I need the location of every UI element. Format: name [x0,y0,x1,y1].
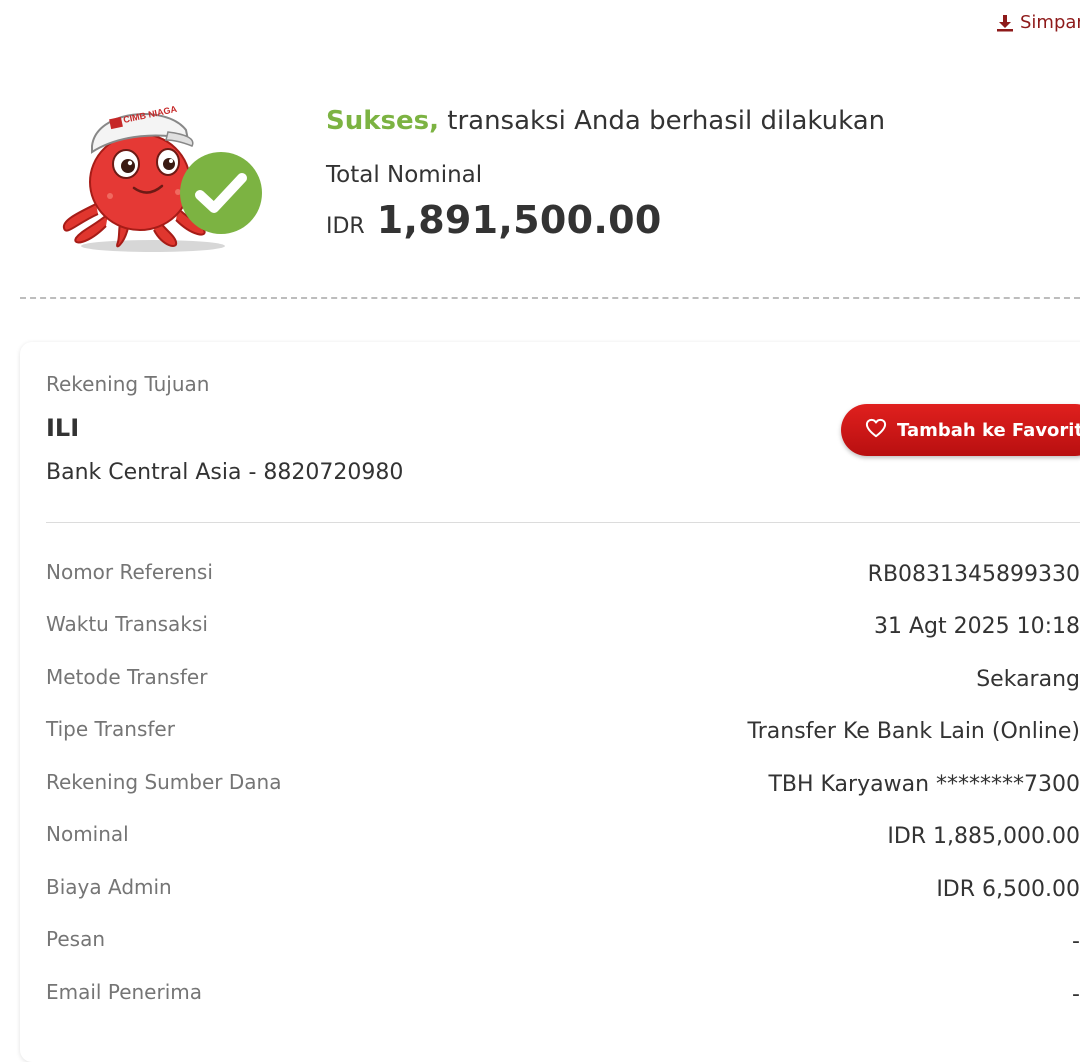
detail-row-type: Tipe Transfer Transfer Ke Bank Lain (Onl… [46,717,1080,757]
detail-label: Rekening Sumber Dana [46,770,282,794]
detail-value: RB0831345899330 [867,562,1080,587]
detail-value: IDR 6,500.00 [936,877,1080,902]
detail-row-method: Metode Transfer Sekarang [46,665,1080,705]
octopus-mascot: CIMB NIAGA [58,96,268,256]
check-circle-icon [180,152,262,234]
destination-name: ILI [46,414,80,442]
detail-value: IDR 1,885,000.00 [887,824,1080,849]
detail-label: Waktu Transaksi [46,612,208,636]
detail-label: Metode Transfer [46,665,208,689]
detail-row-admin-fee: Biaya Admin IDR 6,500.00 [46,875,1080,915]
destination-bank: Bank Central Asia - 8820720980 [46,460,404,485]
detail-row-time: Waktu Transaksi 31 Agt 2025 10:18 [46,612,1080,652]
heart-icon [865,418,887,443]
detail-row-source-account: Rekening Sumber Dana TBH Karyawan ******… [46,770,1080,810]
detail-row-reference: Nomor Referensi RB0831345899330 [46,560,1080,600]
detail-label: Nominal [46,822,129,846]
destination-label: Rekening Tujuan [46,372,210,396]
total-label: Total Nominal [326,162,483,188]
detail-value: Sekarang [976,667,1080,692]
detail-label: Tipe Transfer [46,717,175,741]
detail-row-message: Pesan - [46,927,1080,967]
detail-row-email: Email Penerima - [46,980,1080,1020]
save-label: Simpan [1020,12,1080,33]
detail-label: Biaya Admin [46,875,172,899]
success-word: Sukses, [326,106,439,136]
detail-value: - [1072,982,1080,1007]
dashed-divider [20,297,1080,299]
download-icon [996,13,1014,33]
section-divider [46,522,1080,523]
detail-value: TBH Karyawan ********7300 [768,772,1080,797]
detail-label: Nomor Referensi [46,560,213,584]
detail-row-nominal: Nominal IDR 1,885,000.00 [46,822,1080,862]
save-link[interactable]: Simpan [996,12,1080,33]
add-favorite-label: Tambah ke Favorit [897,419,1080,441]
total-amount-value: 1,891,500.00 [376,198,662,242]
detail-value: Transfer Ke Bank Lain (Online) [747,719,1080,744]
success-message: Sukses, transaksi Anda berhasil dilakuka… [326,106,885,136]
total-currency: IDR [326,214,365,239]
detail-value: - [1072,929,1080,954]
success-text: transaksi Anda berhasil dilakukan [439,106,886,136]
detail-label: Email Penerima [46,980,202,1004]
detail-label: Pesan [46,927,106,951]
total-amount: IDR 1,891,500.00 [326,198,662,242]
add-favorite-button[interactable]: Tambah ke Favorit [841,404,1080,456]
detail-value: 31 Agt 2025 10:18 [873,614,1080,639]
